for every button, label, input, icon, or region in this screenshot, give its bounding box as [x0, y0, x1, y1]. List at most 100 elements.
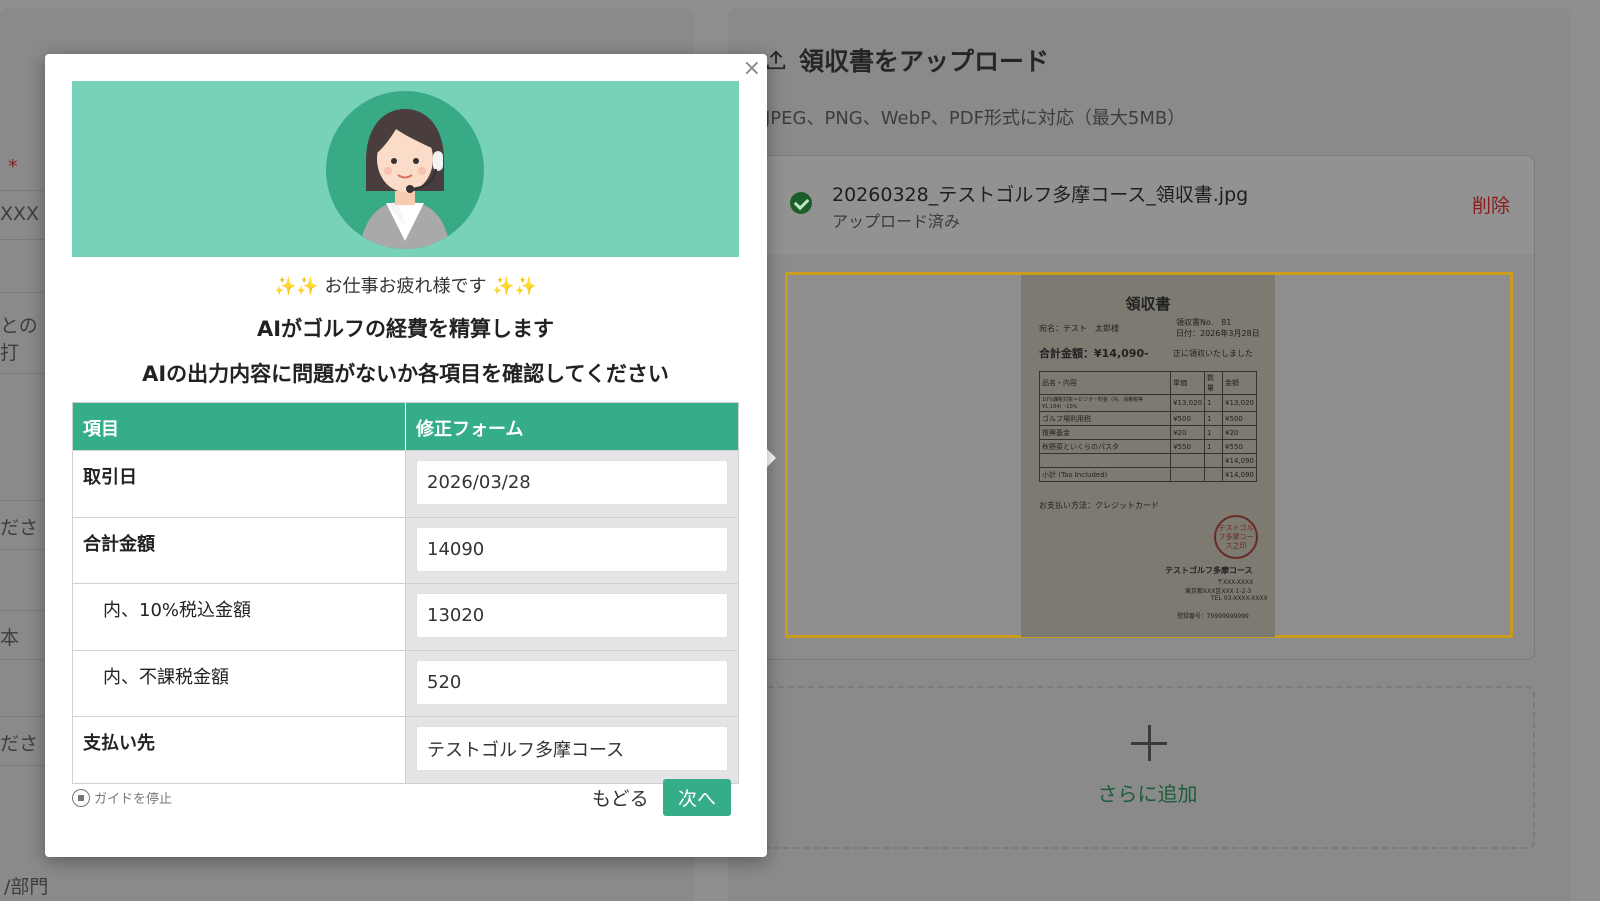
company-stamp: テストゴルフ多摩コース之印	[1214, 515, 1258, 559]
receipt-cell	[1038, 453, 1172, 468]
receipt-row: 秋野菜といくらのパスタ ¥550 1 ¥550	[1038, 439, 1257, 454]
upload-subtitle: JPEG、PNG、WebP、PDF形式に対応（最大5MB）	[765, 108, 1186, 129]
receipt-row: 復興基金 ¥20 1 ¥20	[1038, 425, 1257, 440]
receipt-cell: ¥20	[1170, 425, 1206, 440]
close-icon[interactable]: ×	[743, 56, 761, 81]
receipt-cell: ¥550	[1170, 439, 1206, 454]
receipt-cell: ¥20	[1222, 425, 1257, 440]
receipt-registration: 登録番号：T9999999999	[1177, 613, 1249, 620]
bg-input-2-text: ださ	[0, 517, 39, 539]
receipt-company: テストゴルフ多摩コース	[1165, 566, 1253, 575]
guide-headline: AIがゴルフの経費を精算します	[256, 317, 555, 341]
upload-title-text: 領収書をアップロード	[799, 47, 1050, 76]
receipt-cell: 10%課税対象＝ビジター料金（内、消費税等 ¥1,184）-10%	[1038, 394, 1172, 412]
guide-banner	[72, 81, 739, 257]
file-name: 20260328_テストゴルフ多摩コース_領収書.jpg	[832, 184, 1249, 206]
receipt-cell: 秋野菜といくらのパスタ	[1038, 439, 1172, 454]
receipt-cell: ゴルフ場利用税	[1038, 411, 1172, 426]
review-table-header: 項目 修正フォーム	[73, 403, 738, 450]
bg-input-1[interactable]: XXX	[0, 190, 50, 240]
receipt-received: 正に領収いたしました	[1173, 349, 1253, 358]
guide-popup: × ✨✨ お仕事お疲れ様です ✨✨ AIがゴルフの経費を精算します AIの出力内…	[45, 54, 767, 857]
receipt-table: 品名・内容 単価 数量 金額 10%課税対象＝ビジター料金（内、消費税等 ¥1,…	[1038, 371, 1257, 482]
receipt-th: 数量	[1204, 371, 1224, 395]
receipt-cell: 1	[1204, 394, 1224, 412]
receipt-cell: ¥500	[1222, 411, 1257, 426]
receipt-title: 領収書	[1125, 295, 1171, 313]
bg-input-4[interactable]: ださ	[0, 716, 50, 766]
receipt-cell: 小計 (Tax Included)	[1038, 467, 1172, 482]
payee-input[interactable]	[416, 726, 728, 771]
receipt-cell: ¥14,090	[1222, 467, 1257, 482]
receipt-row: ¥14,090	[1038, 453, 1257, 468]
receipt-cell: ¥14,090	[1222, 453, 1257, 468]
receipt-cell: 1	[1204, 425, 1224, 440]
receipt-table-header: 品名・内容 単価 数量 金額	[1038, 371, 1257, 395]
receipt-cell	[1170, 467, 1206, 482]
receipt-addressee: 宛名：テスト 太郎様	[1039, 324, 1119, 333]
review-row-untaxed: 内、不課税金額	[73, 649, 738, 716]
receipt-tel: TEL 03-XXXX-XXXX	[1211, 595, 1268, 602]
receipt-cell: ¥13,020	[1222, 394, 1257, 412]
delete-button[interactable]: 削除	[1472, 191, 1510, 218]
receipt-cell: ¥500	[1170, 411, 1206, 426]
receipt-total: 合計金額：¥14,090-	[1039, 347, 1149, 360]
receipt-address: 東京都XXX区XXX 1-2-3	[1185, 588, 1252, 595]
check-circle-icon	[790, 192, 812, 214]
transaction-date-input[interactable]	[416, 460, 728, 505]
receipt-th: 品名・内容	[1038, 371, 1172, 395]
receipt-row: ゴルフ場利用税 ¥500 1 ¥500	[1038, 411, 1257, 426]
receipt-row: 小計 (Tax Included) ¥14,090	[1038, 467, 1257, 482]
stop-guide-button[interactable]: ガイドを停止	[72, 788, 172, 807]
add-more-label: さらに追加	[1097, 782, 1198, 806]
operator-avatar	[326, 91, 484, 249]
bg-input-3-text: 本	[0, 627, 20, 649]
untaxed-amount-input[interactable]	[416, 659, 728, 705]
column-header-form: 修正フォーム	[416, 419, 524, 440]
receipt-cell	[1204, 453, 1224, 468]
bg-input-4-text: ださ	[0, 733, 39, 755]
upload-icon	[766, 50, 786, 70]
receipt-cell	[1204, 467, 1224, 482]
receipt-cell: 復興基金	[1038, 425, 1172, 440]
receipt-cell	[1170, 453, 1206, 468]
field-label: 支払い先	[73, 717, 406, 783]
plus-icon	[1131, 725, 1167, 761]
receipt-payment: お支払い方法：クレジットカード	[1039, 501, 1159, 510]
receipt-cell: 1	[1204, 439, 1224, 454]
receipt-th: 単価	[1170, 371, 1206, 395]
next-button[interactable]: 次へ	[663, 779, 731, 816]
guide-greeting: ✨✨ お仕事お疲れ様です ✨✨	[273, 276, 538, 297]
receipt-cell: ¥550	[1222, 439, 1257, 454]
review-row-payee: 支払い先	[73, 716, 738, 783]
bg-input-3[interactable]: 本	[0, 610, 50, 660]
total-amount-input[interactable]	[416, 526, 728, 572]
column-header-item: 項目	[73, 403, 406, 450]
bg-textarea[interactable]: との打	[0, 292, 50, 374]
review-table: 項目 修正フォーム 取引日 合計金額 内、10%税込金額 内、不課税金額 支払い…	[72, 402, 739, 784]
back-button[interactable]: もどる	[592, 784, 649, 811]
receipt-cell: 1	[1204, 411, 1224, 426]
bg-input-2[interactable]: ださ	[0, 500, 50, 550]
receipt-date: 日付：2026年3月28日	[1176, 329, 1260, 338]
guide-instruction: AIの出力内容に問題がないか各項目を確認してください	[142, 362, 669, 386]
add-more-dropzone[interactable]: さらに追加	[760, 686, 1535, 849]
receipt-row: 10%課税対象＝ビジター料金（内、消費税等 ¥1,184）-10% ¥13,020…	[1038, 394, 1257, 412]
receipt-th: 金額	[1222, 371, 1257, 395]
review-row-date: 取引日	[73, 450, 738, 517]
receipt-number: 領収書No. 81	[1176, 318, 1232, 327]
stop-guide-label: ガイドを停止	[94, 792, 173, 807]
receipt-postal: 〒XXX-XXXX	[1217, 579, 1254, 586]
operator-illustration	[360, 109, 450, 249]
field-label: 合計金額	[73, 517, 406, 583]
bg-label-department: /部門	[4, 876, 49, 898]
required-mark: *	[8, 156, 18, 178]
bg-input-1-text: XXX	[0, 203, 40, 225]
field-label: 内、不課税金額	[73, 650, 406, 716]
upload-title: 領収書をアップロード	[765, 42, 1049, 78]
field-label: 取引日	[73, 451, 406, 517]
field-label: 内、10%税込金額	[73, 584, 406, 650]
taxed-amount-input[interactable]	[416, 593, 728, 638]
bg-textarea-text: との打	[0, 315, 38, 364]
receipt-image: 領収書 宛名：テスト 太郎様 領収書No. 81 日付：2026年3月28日 合…	[1021, 275, 1275, 637]
